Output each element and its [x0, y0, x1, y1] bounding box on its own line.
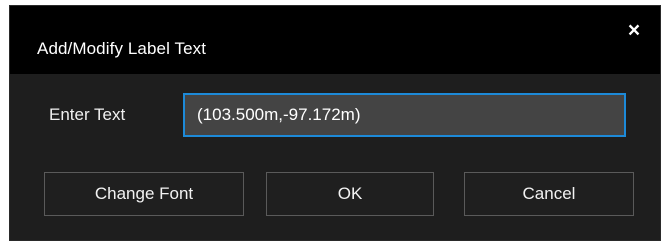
- ok-button[interactable]: OK: [266, 172, 434, 216]
- enter-text-label: Enter Text: [49, 105, 126, 124]
- label-text-dialog: Add/Modify Label Text × Enter Text Chang…: [10, 6, 660, 240]
- dialog-title: Add/Modify Label Text: [37, 39, 207, 58]
- close-icon[interactable]: ×: [623, 19, 645, 41]
- page: Add/Modify Label Text × Enter Text Chang…: [0, 0, 666, 247]
- change-font-button[interactable]: Change Font: [44, 172, 244, 216]
- dialog-titlebar: Add/Modify Label Text ×: [10, 6, 660, 74]
- cancel-button[interactable]: Cancel: [464, 172, 634, 216]
- dialog-content: Enter Text Change Font OK Cancel: [10, 74, 660, 240]
- label-text-input[interactable]: [183, 93, 626, 137]
